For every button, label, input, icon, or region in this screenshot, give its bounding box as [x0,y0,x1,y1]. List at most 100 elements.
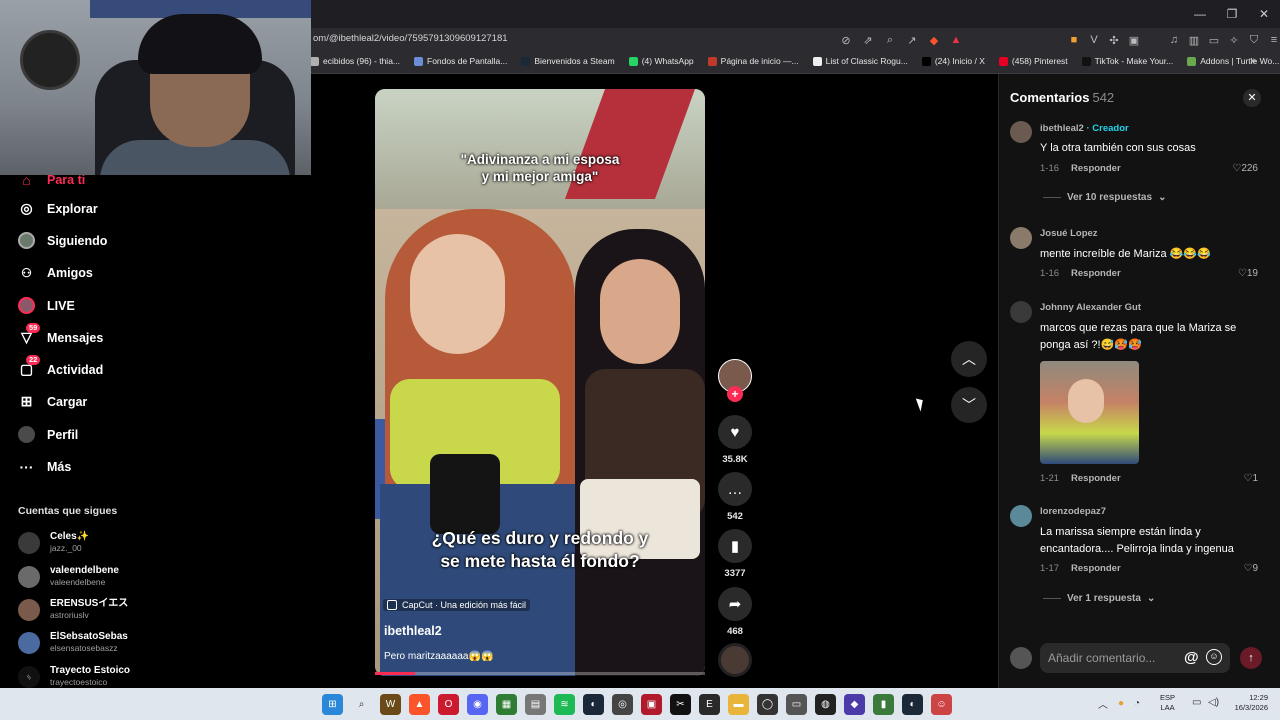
followed-account[interactable]: ElSebsatoSebas elsensatosebaszz [18,631,128,654]
minimize-button[interactable]: — [1184,0,1216,28]
video-author[interactable]: ibethleal2 [384,624,442,638]
brave-shield-icon[interactable]: ◆ [926,31,942,49]
brave-rewards-icon[interactable]: ▲ [948,31,964,49]
reply-button[interactable]: Responder [1071,268,1121,279]
zoom-icon[interactable]: ⌕ [882,31,898,49]
game-icon[interactable]: ☺ [931,694,952,715]
reply-button[interactable]: Responder [1071,563,1121,574]
notepad-icon[interactable]: ▮ [873,694,894,715]
capcut-icon[interactable]: ✂ [670,694,691,715]
extensions-puzzle-icon[interactable]: ✣ [1106,31,1122,49]
save-action[interactable]: ▮ 3377 [717,529,753,579]
launcher-icon[interactable]: ◆ [844,694,865,715]
brave-icon[interactable]: ▲ [409,694,430,715]
menu-icon[interactable]: ≡ [1266,31,1280,49]
opera-icon[interactable]: O [438,694,459,715]
previous-video-button[interactable]: ︿ [951,341,987,377]
sidebar-item-live[interactable]: LIVE [18,297,75,314]
avatar[interactable] [1010,121,1032,143]
steam-icon[interactable]: ◐ [583,694,604,715]
reply-button[interactable]: Responder [1071,473,1121,484]
chrome-icon[interactable]: ◎ [612,694,633,715]
system-clock[interactable]: 12:29 16/3/2026 [1224,693,1268,713]
comment-like[interactable]: ♡9 [1200,563,1258,574]
bookmark-item[interactable]: (24) Inicio / X [921,56,985,66]
monitor-icon[interactable]: ▭ [1192,697,1201,708]
bookmark-item[interactable]: Página de inicio —... [707,56,799,66]
comment-input[interactable] [1040,643,1230,673]
bookmark-item[interactable]: Addons | Turtle Wo... [1187,56,1279,66]
store-icon[interactable]: ▤ [525,694,546,715]
next-video-button[interactable]: ﹀ [951,387,987,423]
bookmark-item[interactable]: Fondos de Pantalla... [414,56,507,66]
followed-account[interactable]: ERENSUSイエス astroriuslv [18,598,128,621]
like-action[interactable]: ♥ 35.8K [717,415,753,465]
mute-tab-icon[interactable]: ⊘ [838,31,854,49]
avatar[interactable] [1010,227,1032,249]
bookmark-item[interactable]: TikTok - Make Your... [1081,56,1173,66]
capcut-tag[interactable]: CapCut · Una edición más fácil [383,599,531,611]
bookmark-item[interactable]: ecibidos (96) - thia... [310,56,400,66]
close-comments-button[interactable]: ✕ [1243,89,1261,107]
leo-icon[interactable]: ✧ [1226,31,1242,49]
comment-icon[interactable]: … [718,472,752,506]
discord-icon[interactable]: ◉ [467,694,488,715]
vpn-icon[interactable]: ◯ [757,694,778,715]
bookmark-item[interactable]: List of Classic Rogu... [812,56,908,66]
url-text[interactable]: om/@ibethleal2/video/7595791309609127181 [313,33,508,44]
bookmark-icon[interactable]: ▮ [718,529,752,563]
bookmark-item[interactable]: (4) WhatsApp [628,56,694,66]
sidebar-item-actividad[interactable]: ▢ 22 Actividad [18,355,103,378]
avatar[interactable] [1010,301,1032,323]
share-action[interactable]: ➦ 468 [717,587,753,637]
vpn-icon[interactable]: ⛉ [1246,31,1262,49]
comment-like[interactable]: ♡226 [1200,163,1258,174]
sidebar-toggle-icon[interactable]: ▥ [1186,31,1202,49]
extension-orange-icon[interactable]: ■ [1066,31,1082,49]
sidebar-item-mas[interactable]: ··· Más [18,458,72,475]
comment-username[interactable]: ibethleal2 · Creador [1040,123,1129,134]
epic-icon[interactable]: E [699,694,720,715]
tray-app-icon[interactable]: ● [1118,698,1124,709]
music-disc-icon[interactable] [718,643,752,677]
share-icon[interactable]: ↗ [904,31,920,49]
comment-username[interactable]: Johnny Alexander Gut [1040,302,1141,313]
close-window-button[interactable]: ✕ [1248,0,1280,28]
start-icon[interactable]: ⊞ [322,694,343,715]
extension-v-icon[interactable]: V [1086,31,1102,49]
send-comment-button[interactable]: ↑ [1240,647,1262,669]
sidebar-item-perfil[interactable]: Perfil [18,426,78,443]
comment-like[interactable]: ♡1 [1200,473,1258,484]
folder-icon[interactable]: ▬ [728,694,749,715]
comment-action[interactable]: … 542 [717,472,753,522]
bookmark-item[interactable]: (458) Pinterest [998,56,1068,66]
comment-username[interactable]: Josué Lopez [1040,228,1098,239]
spotify-icon[interactable]: ≋ [554,694,575,715]
followed-account[interactable]: Celes✨ jazz._00 [18,531,89,554]
sidebar-item-cargar[interactable]: ⊞ Cargar [18,393,88,410]
tray-overflow-icon[interactable]: ︿ [1098,696,1108,711]
sidebar-item-amigos[interactable]: ⚇ Amigos [18,264,93,281]
wow-icon[interactable]: W [380,694,401,715]
follow-plus-icon[interactable]: + [727,386,743,402]
steam2-icon[interactable]: ◐ [902,694,923,715]
apps-icon[interactable]: ▦ [496,694,517,715]
tab-search-icon[interactable]: ▣ [1126,31,1142,49]
explorer-icon[interactable]: ▭ [786,694,807,715]
sidebar-item-siguiendo[interactable]: Siguiendo [18,232,107,249]
comment-like[interactable]: ♡19 [1200,268,1258,279]
sidebar-item-explorar[interactable]: ◎ Explorar [18,200,97,217]
obs-icon[interactable]: ◍ [815,694,836,715]
media-icon[interactable]: ♫ [1166,31,1182,49]
followed-account[interactable]: valeendelbene valeendelbene [18,565,119,588]
comment-image[interactable] [1040,361,1139,464]
tray-network-icon[interactable]: ◔ [1134,698,1140,709]
emoji-icon[interactable]: ☺ [1206,649,1222,665]
volume-icon[interactable]: ◁) [1208,697,1219,708]
mention-button[interactable]: @ [1184,649,1199,666]
view-replies-button[interactable]: Ver 10 respuestas ⌄ [1043,192,1166,203]
followed-account[interactable]: ᛃ Trayecto Estoico trayectoestoico [18,665,130,688]
open-external-icon[interactable]: ⇗ [860,31,876,49]
bookmark-item[interactable]: Bienvenidos a Steam [521,56,615,66]
video-progress-bar[interactable] [375,672,705,675]
